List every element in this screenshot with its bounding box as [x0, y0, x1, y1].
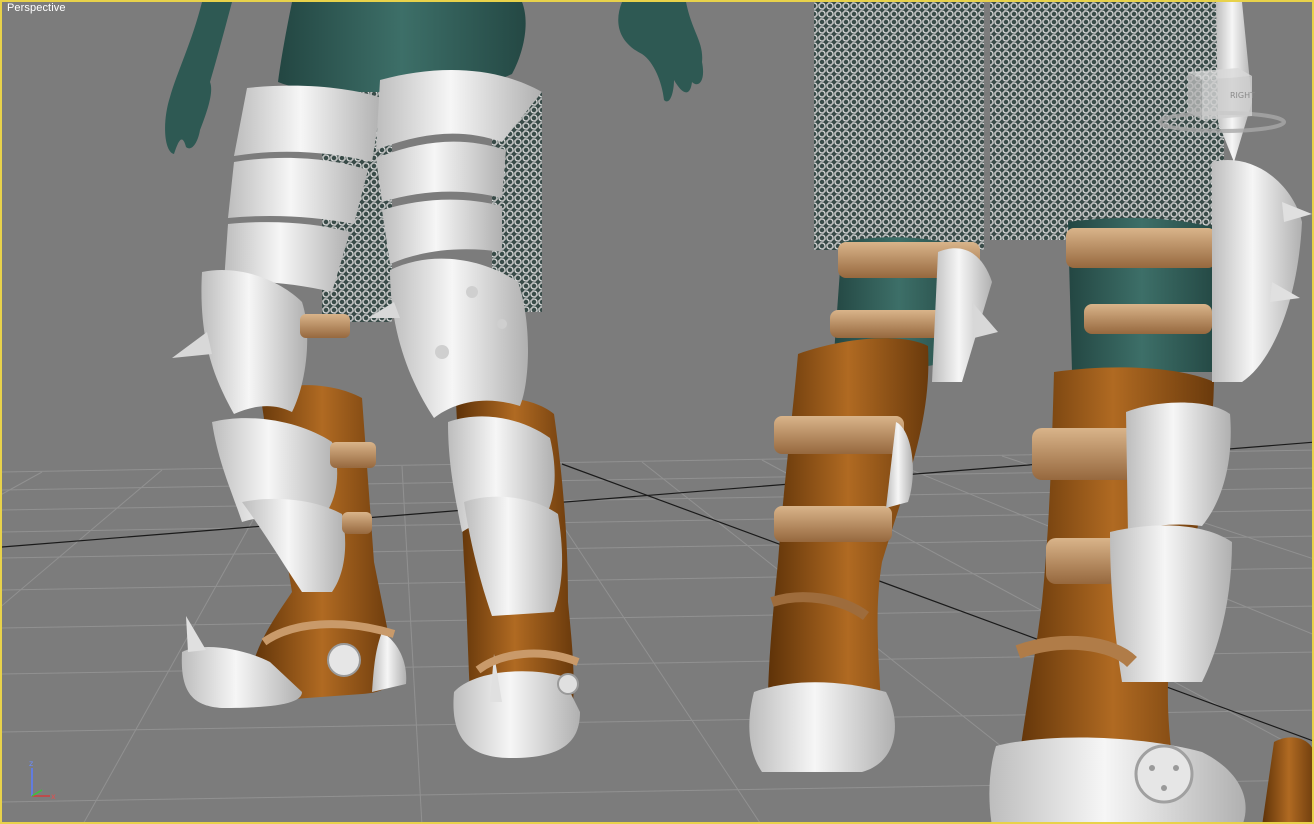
strap-mid-right [1084, 304, 1212, 334]
thigh-plate-right-2 [376, 141, 506, 202]
scene-render[interactable] [2, 2, 1314, 824]
edge-leather-fragment [1262, 737, 1312, 822]
strap-mid-left [830, 310, 950, 338]
near-left-strap-2 [774, 506, 892, 542]
near-right-ankle-rivet [1134, 744, 1194, 804]
left-knee-guard [201, 270, 308, 414]
near-right-shin-plate-1 [1126, 402, 1231, 536]
axis-tripod: z x [29, 759, 56, 801]
strap-upper-right [1066, 228, 1216, 268]
near-right-rivet-bolt-1 [1149, 765, 1155, 771]
perspective-viewport[interactable]: Perspective RIGHT z x [0, 0, 1314, 824]
near-right-rivet-bolt-3 [1161, 785, 1167, 791]
right-knee-guard [390, 258, 528, 418]
near-right-rivet-bolt-2 [1173, 765, 1179, 771]
left-knee-spike [172, 332, 212, 358]
x-axis-label: x [51, 792, 56, 801]
right-knee-stud-1 [466, 286, 478, 298]
right-knee-stud-2 [497, 319, 507, 329]
viewcube-left-face[interactable] [1188, 72, 1202, 120]
near-left-boot-toe [749, 682, 895, 772]
viewcube-face-label: RIGHT [1230, 91, 1255, 100]
left-shin-plate-2 [242, 498, 346, 592]
y-axis-line [31, 789, 43, 797]
viewcube[interactable]: RIGHT [1152, 64, 1287, 136]
near-right-side-blade [1212, 160, 1302, 382]
left-character[interactable] [165, 2, 704, 758]
near-right-boot-toe [989, 737, 1246, 822]
thigh-plate-left-1 [234, 85, 382, 162]
left-strap-2 [330, 442, 376, 468]
chainmail-skirt-left [814, 2, 984, 250]
viewport-label[interactable]: Perspective [7, 2, 66, 14]
z-axis-label: z [29, 759, 33, 768]
thigh-plate-left-2 [228, 157, 368, 224]
near-left-knee-spike [972, 302, 998, 338]
left-strap-3 [342, 512, 372, 534]
left-ankle-rivet [327, 643, 361, 677]
right-knee-stud-3 [435, 345, 449, 359]
thigh-plate-right-3 [382, 199, 502, 264]
left-strap-1 [300, 314, 350, 338]
near-left-strap-1 [774, 416, 904, 454]
right-ankle-rivet [557, 673, 579, 695]
right-hand [618, 2, 704, 102]
left-hand [165, 2, 232, 154]
